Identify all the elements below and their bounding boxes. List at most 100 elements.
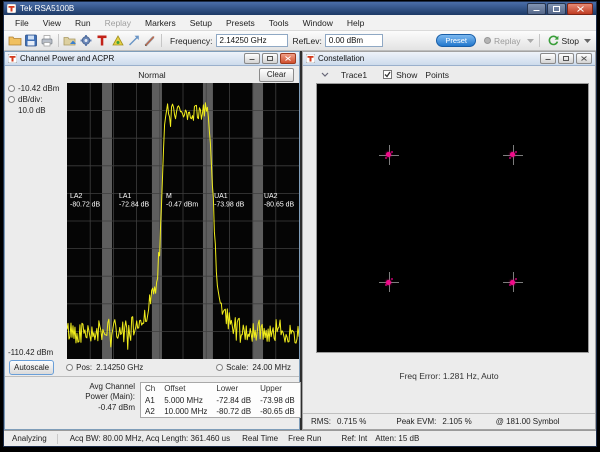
reflev-input[interactable]: 0.00 dBm (325, 34, 383, 47)
pos-label: Pos: (76, 363, 92, 372)
svg-text:M: M (166, 193, 172, 200)
status-state: Analyzing (12, 434, 47, 443)
menu-bar: File View Run Replay Markers Setup Prese… (4, 15, 596, 31)
acpr-results-area: Avg Channel Power (Main): -0.47 dBm ChOf… (5, 376, 299, 429)
menu-markers[interactable]: Markers (138, 18, 183, 28)
markers-icon[interactable] (110, 33, 126, 48)
menu-replay: Replay (98, 18, 138, 28)
table-row: A210.000 MHz-80.72 dB-80.65 dB (141, 406, 301, 418)
status-acq: Acq BW: 80.00 MHz, Acq Length: 361.460 u… (70, 434, 230, 443)
recall-icon[interactable] (62, 33, 78, 48)
adjust-knob-icon[interactable] (8, 96, 15, 103)
replay-button: Replay (484, 36, 520, 46)
menu-help[interactable]: Help (340, 18, 371, 28)
constellation-titlebar: Constellation (303, 52, 595, 66)
status-ref: Ref: Int (341, 434, 367, 443)
preset-button[interactable]: Preset (436, 34, 476, 47)
acpr-table-head-row: ChOffsetLowerUpper (141, 383, 301, 396)
panel-title: Channel Power and ACPR (20, 54, 114, 63)
panel-maximize-icon[interactable] (558, 53, 574, 64)
trace-selector[interactable]: Trace1 (341, 70, 367, 80)
status-trigger: Free Run (288, 434, 321, 443)
menu-tools[interactable]: Tools (262, 18, 296, 28)
table-cell: 5.000 MHz (160, 395, 212, 406)
menu-setup[interactable]: Setup (183, 18, 219, 28)
panel-maximize-icon[interactable] (262, 53, 278, 64)
replay-dot-icon (484, 37, 491, 44)
freq-error-readout: Freq Error: 1.281 Hz, Auto (303, 353, 595, 413)
settings-gear-icon[interactable] (78, 33, 94, 48)
save-icon[interactable] (23, 33, 39, 48)
panel-close-icon[interactable] (576, 53, 592, 64)
trace-mode-dropdown[interactable]: Normal (5, 70, 299, 80)
pos-value[interactable]: 2.14250 GHz (96, 363, 143, 372)
panel-minimize-icon[interactable] (540, 53, 556, 64)
trace-chevron-icon[interactable] (321, 72, 329, 77)
maximize-icon[interactable] (547, 3, 566, 15)
channel-power-titlebar: Channel Power and ACPR (5, 52, 299, 66)
table-row: A15.000 MHz-72.84 dB-73.98 dB (141, 395, 301, 406)
menu-run[interactable]: Run (68, 18, 98, 28)
stop-arrow-icon (548, 35, 559, 46)
constellation-panel: Constellation Trace1 Show Points Freq Er… (302, 51, 596, 430)
frequency-input[interactable]: 2.14250 GHz (216, 34, 288, 47)
avg-channel-power: Avg Channel Power (Main): -0.47 dBm (85, 382, 135, 413)
autoscale-button[interactable]: Autoscale (9, 360, 54, 375)
open-folder-icon[interactable] (7, 33, 23, 48)
db-per-div-value[interactable]: 10.0 dB (18, 106, 67, 115)
replay-dropdown-icon[interactable] (527, 39, 534, 43)
channel-power-panel: Channel Power and ACPR Normal Clear -10.… (4, 51, 300, 430)
show-label[interactable]: Show (396, 70, 417, 80)
stop-dropdown-icon[interactable] (584, 39, 591, 43)
stop-button[interactable]: Stop (548, 35, 580, 46)
trigger-t-icon[interactable] (94, 33, 110, 48)
column-header: Offset (160, 383, 212, 396)
tek-logo-icon (7, 4, 16, 13)
rms-value: 0.715 % (337, 417, 366, 426)
db-per-div-label[interactable]: dB/div: (18, 95, 42, 104)
compass-icon[interactable] (126, 33, 142, 48)
status-mode: Real Time (242, 434, 278, 443)
acpr-table: ChOffsetLowerUpper A15.000 MHz-72.84 dB-… (140, 382, 301, 418)
panel-minimize-icon[interactable] (244, 53, 260, 64)
table-cell: -72.84 dB (212, 395, 256, 406)
minimize-icon[interactable] (527, 3, 546, 15)
menu-window[interactable]: Window (296, 18, 340, 28)
clear-button[interactable]: Clear (259, 68, 294, 82)
adjust-knob-icon[interactable] (216, 364, 223, 371)
frequency-axis-row: Autoscale Pos:2.14250 GHz Scale:24.00 MH… (5, 359, 299, 376)
rms-label: RMS: (311, 417, 331, 426)
close-icon[interactable] (567, 3, 593, 15)
scale-value[interactable]: 24.00 MHz (252, 363, 291, 372)
menu-file[interactable]: File (8, 18, 36, 28)
peak-evm-label: Peak EVM: (396, 417, 436, 426)
svg-text:UA2: UA2 (264, 193, 278, 200)
print-icon[interactable] (39, 33, 55, 48)
bottom-reference-value: -110.42 dBm (8, 348, 53, 357)
peak-evm-symbol: @ 181.00 Symbol (496, 417, 560, 426)
menu-view[interactable]: View (36, 18, 68, 28)
table-cell: A1 (141, 395, 161, 406)
window-title: Tek RSA5100B (20, 4, 74, 13)
panel-close-icon[interactable] (280, 53, 296, 64)
svg-text:-72.84 dB: -72.84 dB (119, 202, 150, 209)
adjust-knob-icon[interactable] (66, 364, 73, 371)
svg-text:-80.65 dB: -80.65 dB (264, 202, 295, 209)
show-checkbox[interactable] (383, 70, 392, 79)
window-titlebar: Tek RSA5100B (4, 2, 596, 15)
measure-icon[interactable] (142, 33, 158, 48)
top-reference-value[interactable]: -10.42 dBm (18, 84, 59, 93)
constellation-controls-row: Trace1 Show Points (303, 66, 595, 83)
menu-presets[interactable]: Presets (219, 18, 262, 28)
toolbar-separator (58, 34, 59, 47)
panel-title: Constellation (318, 54, 364, 63)
table-cell: -80.65 dB (256, 406, 300, 418)
acpr-table-body: A15.000 MHz-72.84 dB-73.98 dBA210.000 MH… (141, 395, 301, 418)
svg-text:-80.72 dB: -80.72 dB (70, 202, 101, 209)
tek-logo-icon (8, 54, 17, 63)
adjust-knob-icon[interactable] (8, 85, 15, 92)
column-header: Ch (141, 383, 161, 396)
points-label[interactable]: Points (425, 70, 449, 80)
spectrum-plot: LA2-80.72 dBLA1-72.84 dBM-0.47 dBmUA1-73… (67, 83, 299, 359)
svg-text:-73.98 dB: -73.98 dB (214, 202, 245, 209)
